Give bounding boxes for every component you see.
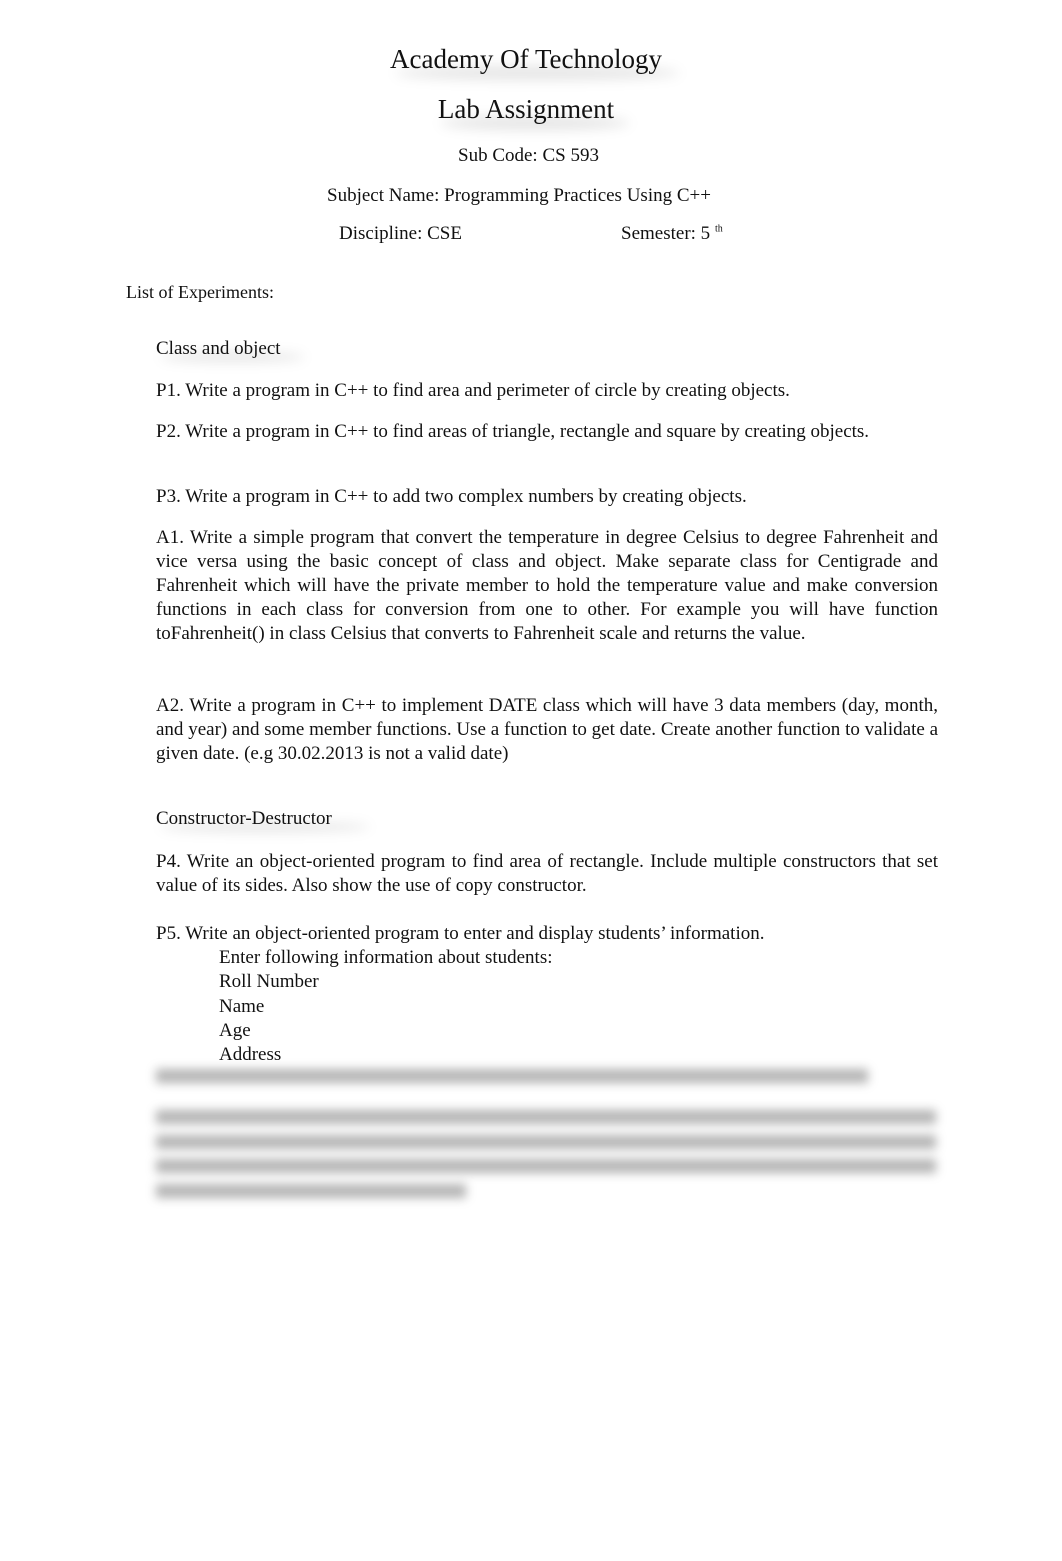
sub-code: Sub Code: CS 593 <box>458 145 599 166</box>
blurred-text <box>156 1069 868 1083</box>
institution-title: Academy Of Technology <box>389 44 663 74</box>
blurred-text <box>156 1184 466 1198</box>
p5-sub-line: Name <box>219 995 265 1017</box>
semester-suffix: th <box>714 223 723 235</box>
section-heading: Class and object <box>156 338 281 359</box>
p5-sub-line: Roll Number <box>219 971 319 993</box>
discipline: Discipline: CSE <box>339 223 462 244</box>
p5-sub-line: Enter following information about studen… <box>219 947 553 968</box>
list-heading: List of Experiments: <box>126 282 274 302</box>
document-title: Lab Assignment <box>437 94 615 124</box>
experiment-item: A2. Write a program in C++ to implement … <box>156 695 938 764</box>
blurred-text <box>156 1135 936 1149</box>
experiment-item: A1. Write a simple program that convert … <box>156 527 938 644</box>
semester: Semester: 5 th <box>621 223 723 245</box>
experiment-item: P5. Write an object-oriented program to … <box>156 923 765 944</box>
blurred-text <box>156 1110 936 1124</box>
experiment-item: P2. Write a program in C++ to find areas… <box>156 421 870 442</box>
p5-sub-line: Address <box>219 1044 282 1066</box>
p5-sub-list: Enter following information about studen… <box>219 946 553 1067</box>
experiment-item: P3. Write a program in C++ to add two co… <box>156 486 747 507</box>
p5-sub-line: Age <box>219 1019 251 1041</box>
subject-name: Subject Name: Programming Practices Usin… <box>327 185 711 206</box>
experiment-item: P1. Write a program in C++ to find area … <box>156 380 790 401</box>
section-heading: Constructor-Destructor <box>156 808 332 829</box>
semester-text: Semester: 5 <box>621 223 711 244</box>
experiment-item: P4. Write an object-oriented program to … <box>156 851 938 896</box>
blurred-text <box>156 1159 936 1173</box>
